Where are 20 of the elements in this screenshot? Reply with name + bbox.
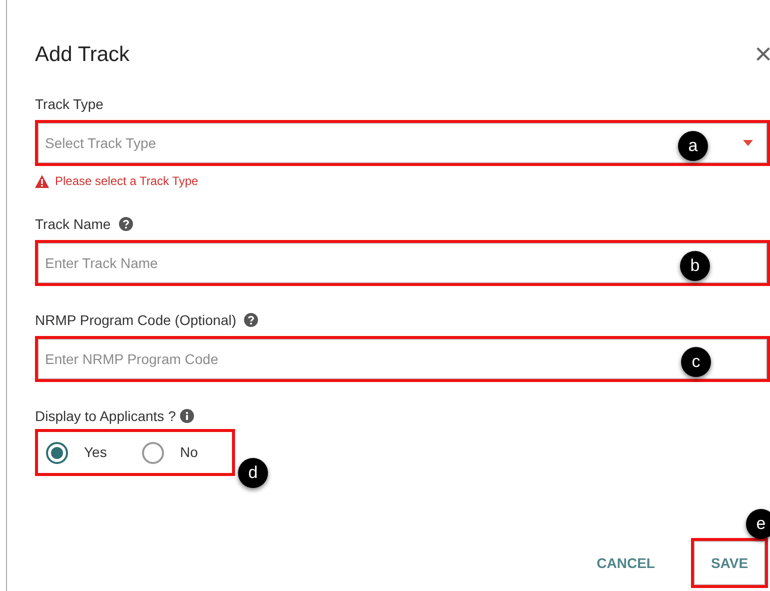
save-button[interactable]: SAVE: [694, 541, 765, 585]
annotation-marker: d: [238, 458, 268, 488]
info-icon[interactable]: [180, 409, 194, 423]
error-message: Please select a Track Type: [55, 173, 198, 190]
field-label: Track Name: [35, 214, 111, 234]
field-label: Display to Applicants ?: [35, 406, 176, 426]
help-icon[interactable]: [118, 217, 133, 231]
warning-icon: [35, 174, 49, 188]
field-label: NRMP Program Code (Optional): [35, 310, 236, 330]
cancel-button[interactable]: CANCEL: [594, 541, 657, 585]
radio-label: Yes: [84, 443, 107, 462]
radio-label: No: [180, 443, 198, 462]
dialog-title: Add Track: [35, 42, 130, 68]
radio-button[interactable]: [142, 442, 164, 464]
field-label: Track Type: [35, 94, 104, 114]
help-icon[interactable]: [244, 313, 258, 327]
radio-button[interactable]: [46, 442, 68, 464]
annotation-marker: e: [746, 509, 770, 539]
dropdown-caret-icon: [743, 140, 753, 146]
close-button[interactable]: ×: [754, 40, 770, 70]
